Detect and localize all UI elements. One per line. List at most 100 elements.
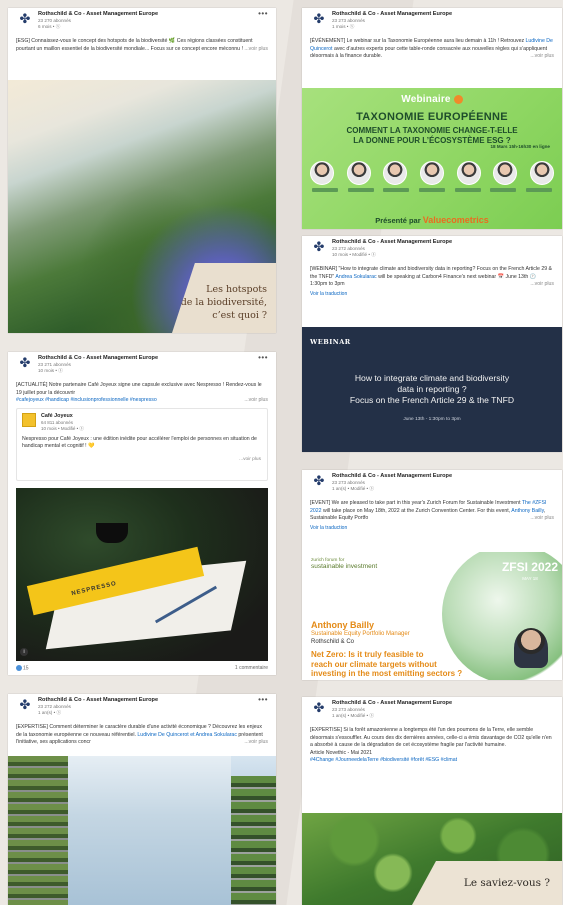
- post-text: [ÉVÉNEMENT] Le webinar sur la Taxonomie …: [310, 38, 554, 61]
- post-header: ✤ Rothschild & Co - Asset Management Eur…: [8, 8, 276, 32]
- see-more-link[interactable]: ...voir plus: [530, 515, 554, 523]
- post-text: [WEBINAR] "How to integrate climate and …: [310, 266, 554, 289]
- zfsi-badge: ZFSI 2022 MAY 18: [501, 560, 558, 581]
- mention-link[interactable]: Anthony Bailly: [511, 508, 544, 514]
- post-image-webinar[interactable]: WEBINAR How to integrate climate and bio…: [302, 327, 562, 452]
- post-time: 1 an(s) • ⓢ: [38, 710, 62, 715]
- post-time: 1 an(s) • Modifié • ⓢ: [332, 486, 375, 491]
- post-header: ✤ Rothschild & Co - Asset Management Eur…: [302, 8, 562, 32]
- post-header: ✤ Rothschild & Co - Asset Management Eur…: [302, 236, 562, 260]
- post-text: [ESG] Connaissez-vous le concept des hot…: [16, 38, 268, 54]
- post-followers: 23 272 abonnés: [332, 246, 365, 251]
- post-header: ✤ Rothschild & Co - Asset Management Eur…: [8, 694, 276, 718]
- post-card-taxonomie[interactable]: ✤ Rothschild & Co - Asset Management Eur…: [302, 8, 562, 229]
- rothschild-eagle-icon: ✤: [19, 12, 31, 27]
- sky: [68, 756, 231, 905]
- post-text: [EXPERTISE] Comment déterminer le caract…: [16, 724, 268, 747]
- see-more-link[interactable]: ...voir plus: [244, 739, 268, 747]
- info-icon[interactable]: i: [20, 648, 28, 656]
- rothschild-eagle-icon: ✤: [19, 356, 31, 371]
- post-author[interactable]: Rothschild & Co - Asset Management Europ…: [38, 697, 158, 703]
- post-text: [ACTUALITÉ] Notre partenaire Café Joyeux…: [16, 382, 268, 405]
- hashtags[interactable]: #4Change #JourneedelaTerre #biodiversité…: [310, 757, 554, 765]
- post-image-webinar[interactable]: Webinaire TAXONOMIE EUROPÉENNE COMMENT L…: [302, 88, 562, 229]
- more-options-icon[interactable]: •••: [258, 695, 268, 704]
- more-options-icon[interactable]: •••: [258, 9, 268, 18]
- speaker-name: Anthony Bailly: [311, 620, 375, 630]
- post-image-coffee[interactable]: NESPRESSO i: [16, 488, 268, 661]
- webinar-title: TAXONOMIE EUROPÉENNE: [356, 111, 508, 123]
- partner-logo: [525, 188, 552, 192]
- rothschild-eagle-icon: ✤: [313, 701, 325, 716]
- webinar-title: How to integrate climate and biodiversit…: [349, 373, 515, 405]
- see-more-link[interactable]: ...voir plus: [244, 46, 268, 54]
- shared-post[interactable]: Café Joyeux 64 811 abonnés 10 mois • Mod…: [16, 407, 268, 481]
- post-author[interactable]: Rothschild & Co - Asset Management Europ…: [332, 11, 452, 17]
- comments-count[interactable]: 1 commentaire: [235, 665, 268, 671]
- green-building: [8, 756, 68, 905]
- image-caption-panel: Le saviez-vous ?: [412, 861, 562, 905]
- post-header: ✤ Rothschild & Co - Asset Management Eur…: [8, 352, 276, 376]
- post-author[interactable]: Rothschild & Co - Asset Management Europ…: [38, 355, 158, 361]
- speaker-avatar: [310, 161, 334, 185]
- shared-time: 10 mois • Modifié • ⓢ: [41, 425, 84, 431]
- reactions-count[interactable]: 15: [16, 664, 29, 671]
- speaker-avatars: [310, 161, 554, 185]
- speaker-role: Sustainable Equity Portfolio Manager: [311, 631, 410, 637]
- post-card-webinar-tnfd[interactable]: ✤ Rothschild & Co - Asset Management Eur…: [302, 236, 562, 452]
- image-caption-line: c’est quoi ?: [212, 309, 267, 321]
- partner-logos: [312, 188, 552, 192]
- shared-author[interactable]: Café Joyeux: [41, 413, 73, 419]
- speaker-avatar: [419, 161, 444, 185]
- mention-link[interactable]: Andrea Sokularac: [335, 274, 376, 280]
- mention-link[interactable]: Ludivine De Quincerot et Andrea Sokulara…: [137, 732, 237, 738]
- post-image-forest-canopy[interactable]: Le saviez-vous ?: [302, 813, 562, 905]
- partner-logo: [490, 188, 517, 192]
- article-source: Article Novethic - Mai 2021: [310, 749, 372, 756]
- post-author[interactable]: Rothschild & Co - Asset Management Europ…: [332, 473, 452, 479]
- see-more-link[interactable]: ...voir plus: [239, 457, 261, 462]
- speaker-avatar: [456, 161, 481, 185]
- post-card-cafe-joyeux[interactable]: ✤ Rothschild & Co - Asset Management Eur…: [8, 352, 276, 675]
- post-header: ✤ Rothschild & Co - Asset Management Eur…: [302, 697, 562, 721]
- post-followers: 23 272 abonnés: [38, 704, 71, 709]
- speaker-avatar: [383, 161, 408, 185]
- partner-logo: [347, 188, 374, 192]
- see-translation-link[interactable]: Voir la traduction: [302, 523, 562, 533]
- post-followers: 23 271 abonnés: [38, 362, 71, 367]
- post-card-amazon[interactable]: ✤ Rothschild & Co - Asset Management Eur…: [302, 697, 562, 905]
- presented-by: Présenté par Valuecometrics: [375, 215, 489, 225]
- post-image-zfsi[interactable]: zurich forum for sustainable investment …: [302, 552, 562, 680]
- speaker-avatar: [529, 161, 554, 185]
- rothschild-eagle-icon: ✤: [313, 474, 325, 489]
- partner-logo: [312, 188, 338, 192]
- hashtags[interactable]: #cafejoyeux #handicap #inclusionprofessi…: [16, 397, 157, 403]
- post-time: 1 an(s) • Modifié • ⓢ: [332, 713, 375, 718]
- see-more-link[interactable]: ...voir plus: [530, 53, 554, 61]
- post-author[interactable]: Rothschild & Co - Asset Management Europ…: [332, 239, 452, 245]
- speaker-avatar: [493, 161, 518, 185]
- rothschild-eagle-icon: ✤: [19, 698, 31, 713]
- partner-logo: [418, 188, 445, 192]
- speaker-avatar: [346, 161, 371, 185]
- post-card-zfsi[interactable]: ✤ Rothschild & Co - Asset Management Eur…: [302, 470, 562, 680]
- post-card-taxonomie-expertise[interactable]: ✤ Rothschild & Co - Asset Management Eur…: [8, 694, 276, 905]
- post-image-green-buildings[interactable]: [8, 756, 276, 905]
- see-more-link[interactable]: ...voir plus: [530, 281, 554, 289]
- webinar-date: 18 Mars 15h-16h30 en ligne: [490, 144, 551, 149]
- webinar-subtitle: COMMENT LA TAXONOMIE CHANGE-T-ELLE LA DO…: [346, 126, 518, 145]
- sun-icon: [453, 94, 463, 104]
- see-more-link[interactable]: ...voir plus: [244, 397, 268, 405]
- talk-question: Net Zero: Is it truly feasible to reach …: [311, 650, 463, 678]
- post-card-biodiversity[interactable]: ✤ Rothschild & Co - Asset Management Eur…: [8, 8, 276, 333]
- post-author[interactable]: Rothschild & Co - Asset Management Europ…: [38, 11, 158, 17]
- speaker-org: Rothschild & Co: [311, 639, 355, 645]
- post-author[interactable]: Rothschild & Co - Asset Management Europ…: [332, 700, 452, 706]
- green-building: [231, 776, 276, 905]
- see-translation-link[interactable]: Voir la traduction: [302, 289, 562, 299]
- post-time: 10 mois • Modifié • ⓢ: [332, 252, 376, 257]
- more-options-icon[interactable]: •••: [258, 353, 268, 362]
- image-caption: Le saviez-vous ?: [463, 877, 550, 889]
- image-caption-line: Les hotspots: [206, 283, 267, 295]
- shared-text: Nespresso pour Café Joyeux : une édition…: [22, 435, 257, 450]
